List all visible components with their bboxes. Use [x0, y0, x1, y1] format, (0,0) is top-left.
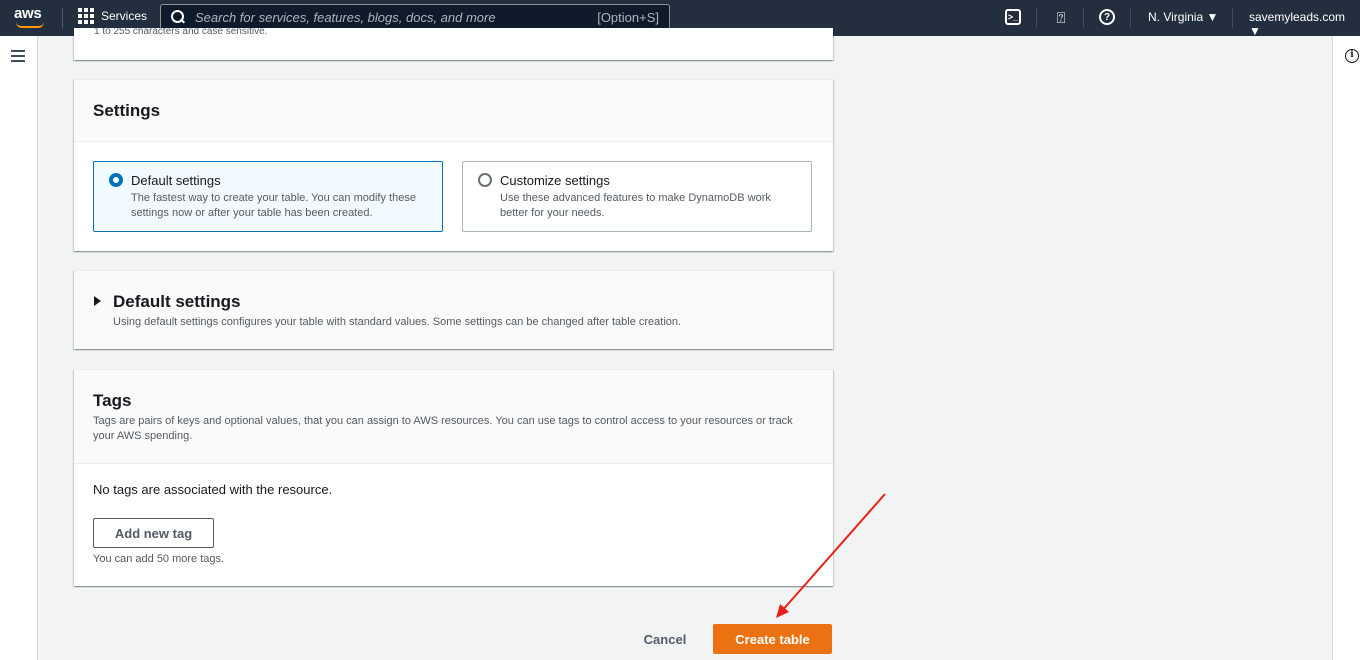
info-icon[interactable]: i	[1345, 49, 1359, 63]
customize-settings-radio[interactable]	[478, 173, 492, 187]
aws-logo-text: aws	[14, 5, 42, 22]
default-settings-radio[interactable]	[109, 173, 123, 187]
clipped-hint-text: 1 to 255 characters and case sensitive.	[94, 28, 268, 34]
left-sidebar	[0, 36, 38, 660]
cloudshell-icon[interactable]: >_	[1005, 9, 1021, 25]
settings-title: Settings	[93, 101, 161, 120]
default-settings-expander[interactable]: Default settings Using default settings …	[74, 270, 833, 349]
tags-panel: Tags Tags are pairs of keys and optional…	[74, 369, 833, 586]
help-icon[interactable]: ?	[1099, 9, 1115, 25]
right-tools-panel: i	[1332, 36, 1360, 660]
cancel-button[interactable]: Cancel	[632, 624, 698, 654]
hamburger-menu-icon[interactable]	[11, 50, 25, 62]
customize-settings-tile[interactable]: Customize settings Use these advanced fe…	[462, 161, 812, 232]
table-details-panel: 1 to 255 characters and case sensitive.	[74, 28, 833, 60]
search-input[interactable]	[195, 9, 598, 25]
nav-separator	[1036, 8, 1037, 28]
nav-separator	[1130, 8, 1131, 28]
no-tags-message: No tags are associated with the resource…	[93, 482, 333, 497]
tags-description: Tags are pairs of keys and optional valu…	[93, 415, 793, 442]
search-bar[interactable]: [Option+S]	[160, 4, 670, 30]
default-settings-title[interactable]: Default settings	[113, 292, 241, 312]
nav-separator	[1232, 8, 1233, 28]
services-label: Services	[101, 9, 148, 23]
tile-title: Default settings	[131, 173, 221, 188]
default-settings-description: Using default settings configures your t…	[113, 316, 682, 328]
search-icon	[171, 10, 185, 24]
settings-header: Settings	[74, 80, 833, 142]
grid-icon	[78, 8, 94, 24]
search-shortcut: [Option+S]	[597, 9, 659, 25]
caret-right-icon[interactable]	[94, 296, 101, 306]
region-selector[interactable]: N. Virginia ▼	[1148, 10, 1218, 24]
nav-divider	[62, 8, 63, 28]
create-table-button[interactable]: Create table	[713, 624, 832, 654]
account-menu[interactable]: savemyleads.com ▼	[1249, 10, 1360, 38]
bell-icon[interactable]: ⍰	[1052, 9, 1070, 27]
tags-title: Tags	[93, 391, 132, 410]
tags-remaining-hint: You can add 50 more tags.	[93, 553, 225, 565]
tile-description: Use these advanced features to make Dyna…	[500, 192, 771, 219]
services-menu-button[interactable]: Services	[78, 8, 147, 24]
tile-description: The fastest way to create your table. Yo…	[131, 192, 416, 219]
default-settings-tile[interactable]: Default settings The fastest way to crea…	[93, 161, 443, 232]
aws-smile-icon	[16, 22, 44, 28]
nav-separator	[1083, 8, 1084, 28]
tile-title: Customize settings	[500, 173, 610, 188]
aws-logo[interactable]: aws	[14, 5, 48, 31]
tags-header: Tags Tags are pairs of keys and optional…	[74, 370, 833, 464]
settings-panel: Settings Default settings The fastest wa…	[74, 79, 833, 251]
add-new-tag-button[interactable]: Add new tag	[93, 518, 214, 548]
